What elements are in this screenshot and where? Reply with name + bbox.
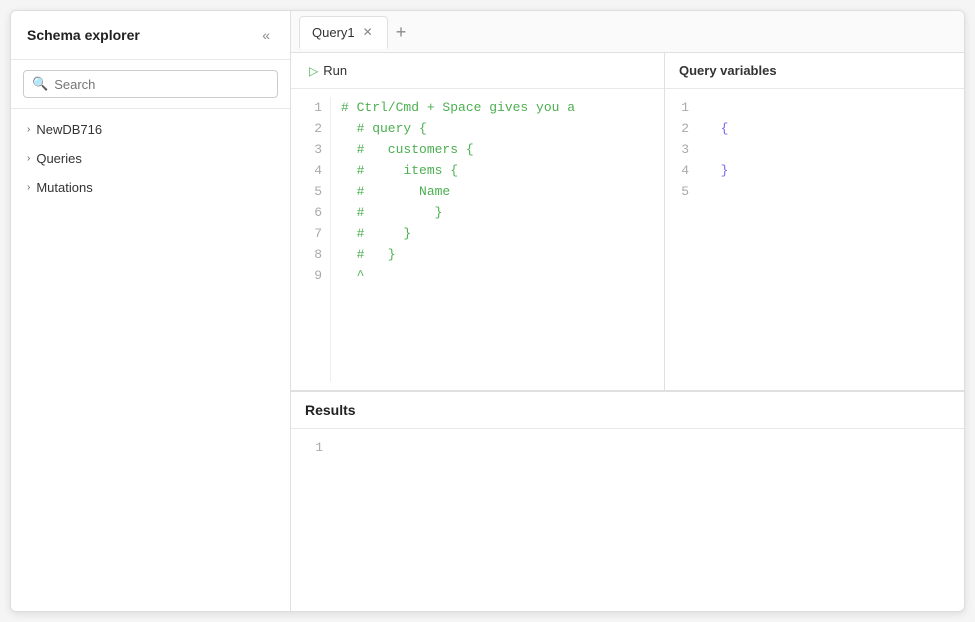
line-number: 7 [299, 223, 322, 244]
main-content: Query1 ✕ + ▷ Run 1 2 3 4 [291, 11, 964, 611]
tab-query1[interactable]: Query1 ✕ [299, 16, 388, 49]
sidebar-item-queries[interactable]: › Queries [11, 144, 290, 173]
query-variables-panel: Query variables 1 2 3 4 5 { } [664, 53, 964, 390]
chevron-icon: › [27, 153, 30, 164]
query-variables-title: Query variables [665, 53, 964, 89]
qv-code-line [705, 97, 728, 118]
line-numbers: 1 2 3 4 5 6 7 8 9 [291, 97, 331, 382]
qv-code-content: { } [695, 97, 738, 382]
line-number: 8 [299, 244, 322, 265]
search-input[interactable] [54, 77, 269, 92]
search-area: 🔍 [11, 60, 290, 109]
collapse-icon: « [262, 27, 270, 43]
qv-code-line: { [705, 118, 728, 139]
line-number: 2 [299, 118, 322, 139]
run-bar: ▷ Run [291, 53, 664, 89]
line-number: 6 [299, 202, 322, 223]
qv-line-number: 2 [671, 118, 689, 139]
results-code [331, 437, 359, 603]
sidebar-title: Schema explorer [27, 27, 140, 43]
line-number: 4 [299, 160, 322, 181]
tab-close-button[interactable]: ✕ [361, 25, 375, 39]
code-line: # } [341, 223, 654, 244]
nav-items: › NewDB716 › Queries › Mutations [11, 109, 290, 208]
play-icon: ▷ [309, 64, 318, 78]
qv-line-number: 1 [671, 97, 689, 118]
search-icon: 🔍 [32, 76, 48, 92]
add-tab-button[interactable]: + [388, 19, 415, 45]
chevron-icon: › [27, 182, 30, 193]
run-button[interactable]: ▷ Run [303, 61, 353, 80]
query-editor: ▷ Run 1 2 3 4 5 6 7 8 9 [291, 53, 664, 390]
results-area: Results 1 [291, 391, 964, 611]
code-line: # query { [341, 118, 654, 139]
results-title: Results [291, 392, 964, 429]
code-content: # Ctrl/Cmd + Space gives you a # query {… [331, 97, 664, 382]
code-line: # Ctrl/Cmd + Space gives you a [341, 97, 654, 118]
app-container: Schema explorer « 🔍 › NewDB716 › Queries… [10, 10, 965, 612]
run-label: Run [323, 63, 347, 78]
sidebar-item-label: Mutations [36, 180, 92, 195]
code-line: # customers { [341, 139, 654, 160]
search-box: 🔍 [23, 70, 278, 98]
qv-editor[interactable]: 1 2 3 4 5 { } [665, 89, 964, 390]
sidebar: Schema explorer « 🔍 › NewDB716 › Queries… [11, 11, 291, 611]
line-number: 9 [299, 265, 322, 286]
sidebar-item-mutations[interactable]: › Mutations [11, 173, 290, 202]
qv-line-number: 5 [671, 181, 689, 202]
sidebar-item-newdb716[interactable]: › NewDB716 [11, 115, 290, 144]
editor-area: ▷ Run 1 2 3 4 5 6 7 8 9 [291, 53, 964, 391]
sidebar-item-label: NewDB716 [36, 122, 102, 137]
code-line: # Name [341, 181, 654, 202]
qv-line-number: 4 [671, 160, 689, 181]
code-line: # } [341, 202, 654, 223]
collapse-button[interactable]: « [258, 25, 274, 45]
code-editor[interactable]: 1 2 3 4 5 6 7 8 9 # Ctrl/Cmd + Space giv… [291, 89, 664, 390]
results-line-numbers: 1 [291, 437, 331, 603]
sidebar-item-label: Queries [36, 151, 82, 166]
tabs-bar: Query1 ✕ + [291, 11, 964, 53]
code-line: # } [341, 244, 654, 265]
results-line-number: 1 [299, 437, 323, 458]
code-line: ^ [341, 265, 654, 286]
qv-line-numbers: 1 2 3 4 5 [665, 97, 695, 382]
sidebar-header: Schema explorer « [11, 11, 290, 60]
tab-label: Query1 [312, 25, 355, 40]
qv-code-line [705, 181, 728, 202]
code-line: # items { [341, 160, 654, 181]
line-number: 1 [299, 97, 322, 118]
chevron-icon: › [27, 124, 30, 135]
qv-code-line [705, 139, 728, 160]
line-number: 3 [299, 139, 322, 160]
results-content: 1 [291, 429, 964, 611]
qv-line-number: 3 [671, 139, 689, 160]
qv-code-line: } [705, 160, 728, 181]
line-number: 5 [299, 181, 322, 202]
